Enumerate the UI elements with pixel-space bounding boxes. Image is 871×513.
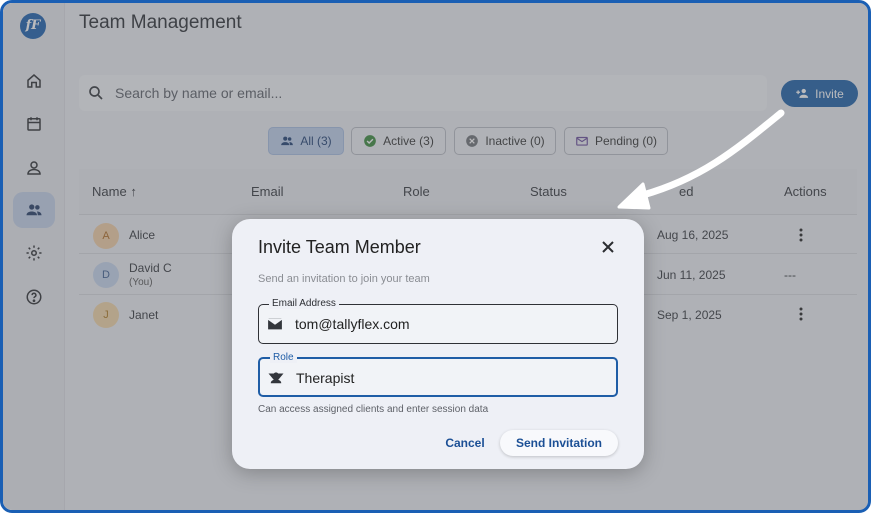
dialog-title: Invite Team Member — [258, 237, 421, 257]
dialog-subtitle: Send an invitation to join your team — [258, 273, 430, 285]
email-input[interactable] — [295, 316, 585, 332]
role-value: Therapist — [296, 370, 355, 386]
role-field-label: Role — [270, 352, 297, 363]
dropdown-caret-icon[interactable] — [267, 370, 285, 386]
email-field[interactable]: Email Address — [258, 298, 618, 344]
invite-dialog: Invite Team Member Send an invitation to… — [232, 219, 644, 469]
role-select[interactable]: Role Therapist — [258, 352, 618, 397]
cancel-button[interactable]: Cancel — [437, 432, 493, 454]
send-invitation-button[interactable]: Send Invitation — [500, 430, 618, 456]
mail-icon — [266, 317, 284, 331]
close-icon[interactable] — [600, 239, 616, 255]
email-field-label: Email Address — [269, 298, 339, 309]
app-window: fF Team Management Invite All (3) — [0, 0, 871, 513]
role-helper-text: Can access assigned clients and enter se… — [258, 404, 489, 415]
